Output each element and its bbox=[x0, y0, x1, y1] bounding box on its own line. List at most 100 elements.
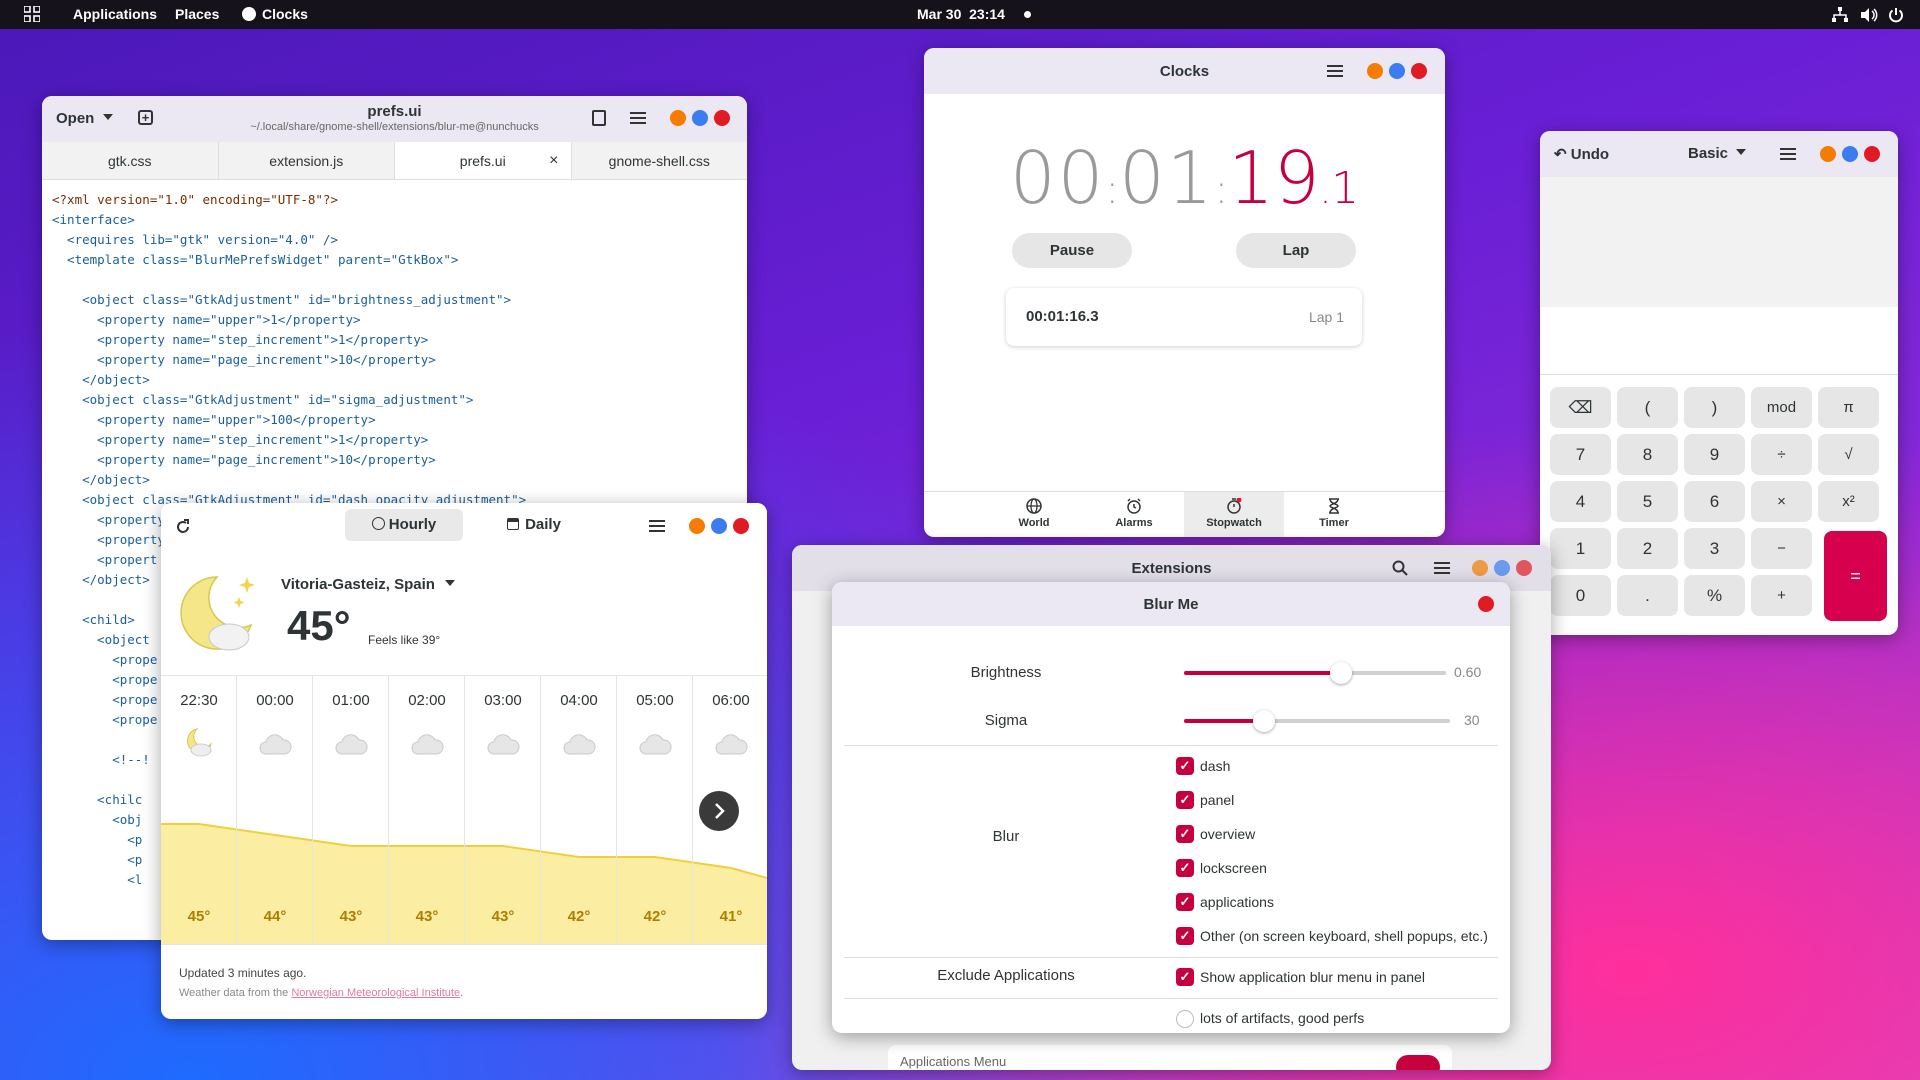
key-r2c1[interactable]: 5 bbox=[1617, 481, 1678, 522]
attribution-link[interactable]: Norwegian Meteorological Institute bbox=[291, 987, 460, 999]
clock[interactable]: Mar 30 23:14 bbox=[917, 0, 1005, 29]
close-button[interactable] bbox=[1478, 596, 1494, 612]
hour-temperature: 42° bbox=[567, 908, 591, 925]
clock-icon bbox=[371, 517, 385, 530]
applications-menu[interactable]: Applications bbox=[73, 0, 157, 29]
maximize-button[interactable] bbox=[1494, 560, 1510, 576]
lap-button[interactable]: Lap bbox=[1236, 233, 1356, 268]
close-button[interactable] bbox=[1516, 560, 1532, 576]
notification-dot-icon bbox=[1024, 11, 1031, 18]
equals-button[interactable]: = bbox=[1824, 531, 1887, 621]
nav-stopwatch[interactable]: Stopwatch bbox=[1184, 492, 1284, 537]
search-icon[interactable] bbox=[1392, 560, 1408, 576]
stopwatch-icon bbox=[1227, 497, 1242, 514]
blur-checkbox[interactable]: ✓ bbox=[1176, 927, 1194, 945]
key-r3c2[interactable]: 3 bbox=[1684, 528, 1745, 569]
minimize-button[interactable] bbox=[689, 518, 705, 534]
key-close-paren[interactable]: ) bbox=[1684, 387, 1745, 428]
lap-row: 00:01:16.3 Lap 1 bbox=[1006, 288, 1362, 346]
hour-temperature: 43° bbox=[415, 908, 439, 925]
key-r1c1[interactable]: 8 bbox=[1617, 434, 1678, 475]
maximize-button[interactable] bbox=[1389, 63, 1405, 79]
minimize-button[interactable] bbox=[1367, 63, 1383, 79]
places-menu[interactable]: Places bbox=[175, 0, 219, 29]
hour-column: 04:00 42° bbox=[541, 676, 617, 944]
hourly-forecast[interactable]: 22:30 45° 00:00 44° 01:00 43° 02:00 43° 03:00 43°… bbox=[161, 675, 767, 945]
network-icon[interactable] bbox=[1832, 0, 1848, 29]
tab-extension-js[interactable]: extension.js bbox=[219, 142, 395, 179]
tab-close-icon[interactable]: × bbox=[549, 142, 558, 180]
weather-headerbar: Hourly Daily bbox=[161, 503, 767, 551]
extension-row-behind[interactable]: Applications Menu bbox=[888, 1045, 1452, 1070]
save-icon[interactable] bbox=[592, 110, 606, 126]
brightness-slider[interactable] bbox=[1184, 662, 1446, 684]
lap-label: Lap 1 bbox=[1308, 309, 1344, 325]
pause-button[interactable]: Pause bbox=[1012, 233, 1132, 268]
key-r2c4[interactable]: x² bbox=[1818, 481, 1879, 522]
location-selector[interactable]: Vitoria-Gasteiz, Spain bbox=[281, 576, 456, 593]
tab-daily[interactable]: Daily bbox=[479, 509, 589, 541]
volume-icon[interactable] bbox=[1860, 0, 1878, 29]
blur-checkbox[interactable]: ✓ bbox=[1176, 893, 1194, 911]
key-mod[interactable]: mod bbox=[1751, 387, 1812, 428]
refresh-icon[interactable] bbox=[175, 519, 191, 535]
key-r4c2[interactable]: % bbox=[1684, 575, 1745, 616]
maximize-button[interactable] bbox=[711, 518, 727, 534]
extensions-menu-icon[interactable] bbox=[1434, 562, 1450, 574]
lap-time: 00:01:16.3 bbox=[1026, 308, 1099, 325]
sigma-slider[interactable] bbox=[1184, 710, 1450, 732]
extension-toggle[interactable] bbox=[1396, 1055, 1440, 1070]
nav-timer[interactable]: Timer bbox=[1304, 492, 1364, 537]
app-menu[interactable]: Clocks bbox=[242, 0, 308, 29]
close-button[interactable] bbox=[714, 110, 730, 126]
key-r3c1[interactable]: 2 bbox=[1617, 528, 1678, 569]
close-button[interactable] bbox=[733, 518, 749, 534]
key-r1c2[interactable]: 9 bbox=[1684, 434, 1745, 475]
key-pi[interactable]: π bbox=[1818, 387, 1879, 428]
hour-column: 02:00 43° bbox=[389, 676, 465, 944]
key-r3c3[interactable]: − bbox=[1751, 528, 1812, 569]
key-backspace[interactable]: ⌫ bbox=[1550, 387, 1611, 428]
key-r2c3[interactable]: × bbox=[1751, 481, 1812, 522]
key-open-paren[interactable]: ( bbox=[1617, 387, 1678, 428]
blur-checkbox[interactable]: ✓ bbox=[1176, 859, 1194, 877]
grid-icon bbox=[23, 5, 41, 23]
clocks-menu-icon[interactable] bbox=[1327, 65, 1343, 77]
key-r4c3[interactable]: + bbox=[1751, 575, 1812, 616]
brightness-knob[interactable] bbox=[1330, 662, 1353, 684]
activities-button[interactable] bbox=[23, 0, 41, 29]
editor-menu-icon[interactable] bbox=[630, 112, 646, 124]
tab-gtk-css[interactable]: gtk.css bbox=[42, 142, 219, 179]
weather-menu-icon[interactable] bbox=[649, 520, 665, 532]
tab-hourly[interactable]: Hourly bbox=[345, 509, 463, 541]
sigma-knob[interactable] bbox=[1252, 710, 1275, 732]
minimize-button[interactable] bbox=[670, 110, 686, 126]
clocks-headerbar: Clocks bbox=[924, 48, 1445, 94]
key-r2c0[interactable]: 4 bbox=[1550, 481, 1611, 522]
updated-text: Updated 3 minutes ago. bbox=[179, 966, 307, 980]
tab-prefs-ui[interactable]: prefs.ui × bbox=[395, 142, 572, 179]
stopwatch-display: 00:01:19.1 bbox=[1009, 136, 1360, 220]
radio-option-label: lots of artifacts, good perfs bbox=[1200, 1010, 1365, 1026]
blur-checkbox[interactable]: ✓ bbox=[1176, 757, 1194, 775]
exclude-checkbox[interactable]: ✓ bbox=[1176, 968, 1194, 986]
tab-gnome-shell-css[interactable]: gnome-shell.css bbox=[572, 142, 748, 179]
key-r4c1[interactable]: . bbox=[1617, 575, 1678, 616]
key-r2c2[interactable]: 6 bbox=[1684, 481, 1745, 522]
blur-checkbox[interactable]: ✓ bbox=[1176, 825, 1194, 843]
next-button[interactable] bbox=[699, 791, 739, 831]
key-r1c0[interactable]: 7 bbox=[1550, 434, 1611, 475]
blur-option-label: panel bbox=[1200, 792, 1235, 808]
power-icon[interactable] bbox=[1888, 0, 1904, 29]
radio-button[interactable] bbox=[1176, 1010, 1194, 1028]
key-r4c0[interactable]: 0 bbox=[1550, 575, 1611, 616]
minimize-button[interactable] bbox=[1472, 560, 1488, 576]
nav-world[interactable]: World bbox=[1004, 492, 1064, 537]
key-r1c3[interactable]: ÷ bbox=[1751, 434, 1812, 475]
blur-checkbox[interactable]: ✓ bbox=[1176, 791, 1194, 809]
close-button[interactable] bbox=[1411, 63, 1427, 79]
key-r3c0[interactable]: 1 bbox=[1550, 528, 1611, 569]
key-r1c4[interactable]: √ bbox=[1818, 434, 1879, 475]
maximize-button[interactable] bbox=[692, 110, 708, 126]
nav-alarms[interactable]: Alarms bbox=[1104, 492, 1164, 537]
